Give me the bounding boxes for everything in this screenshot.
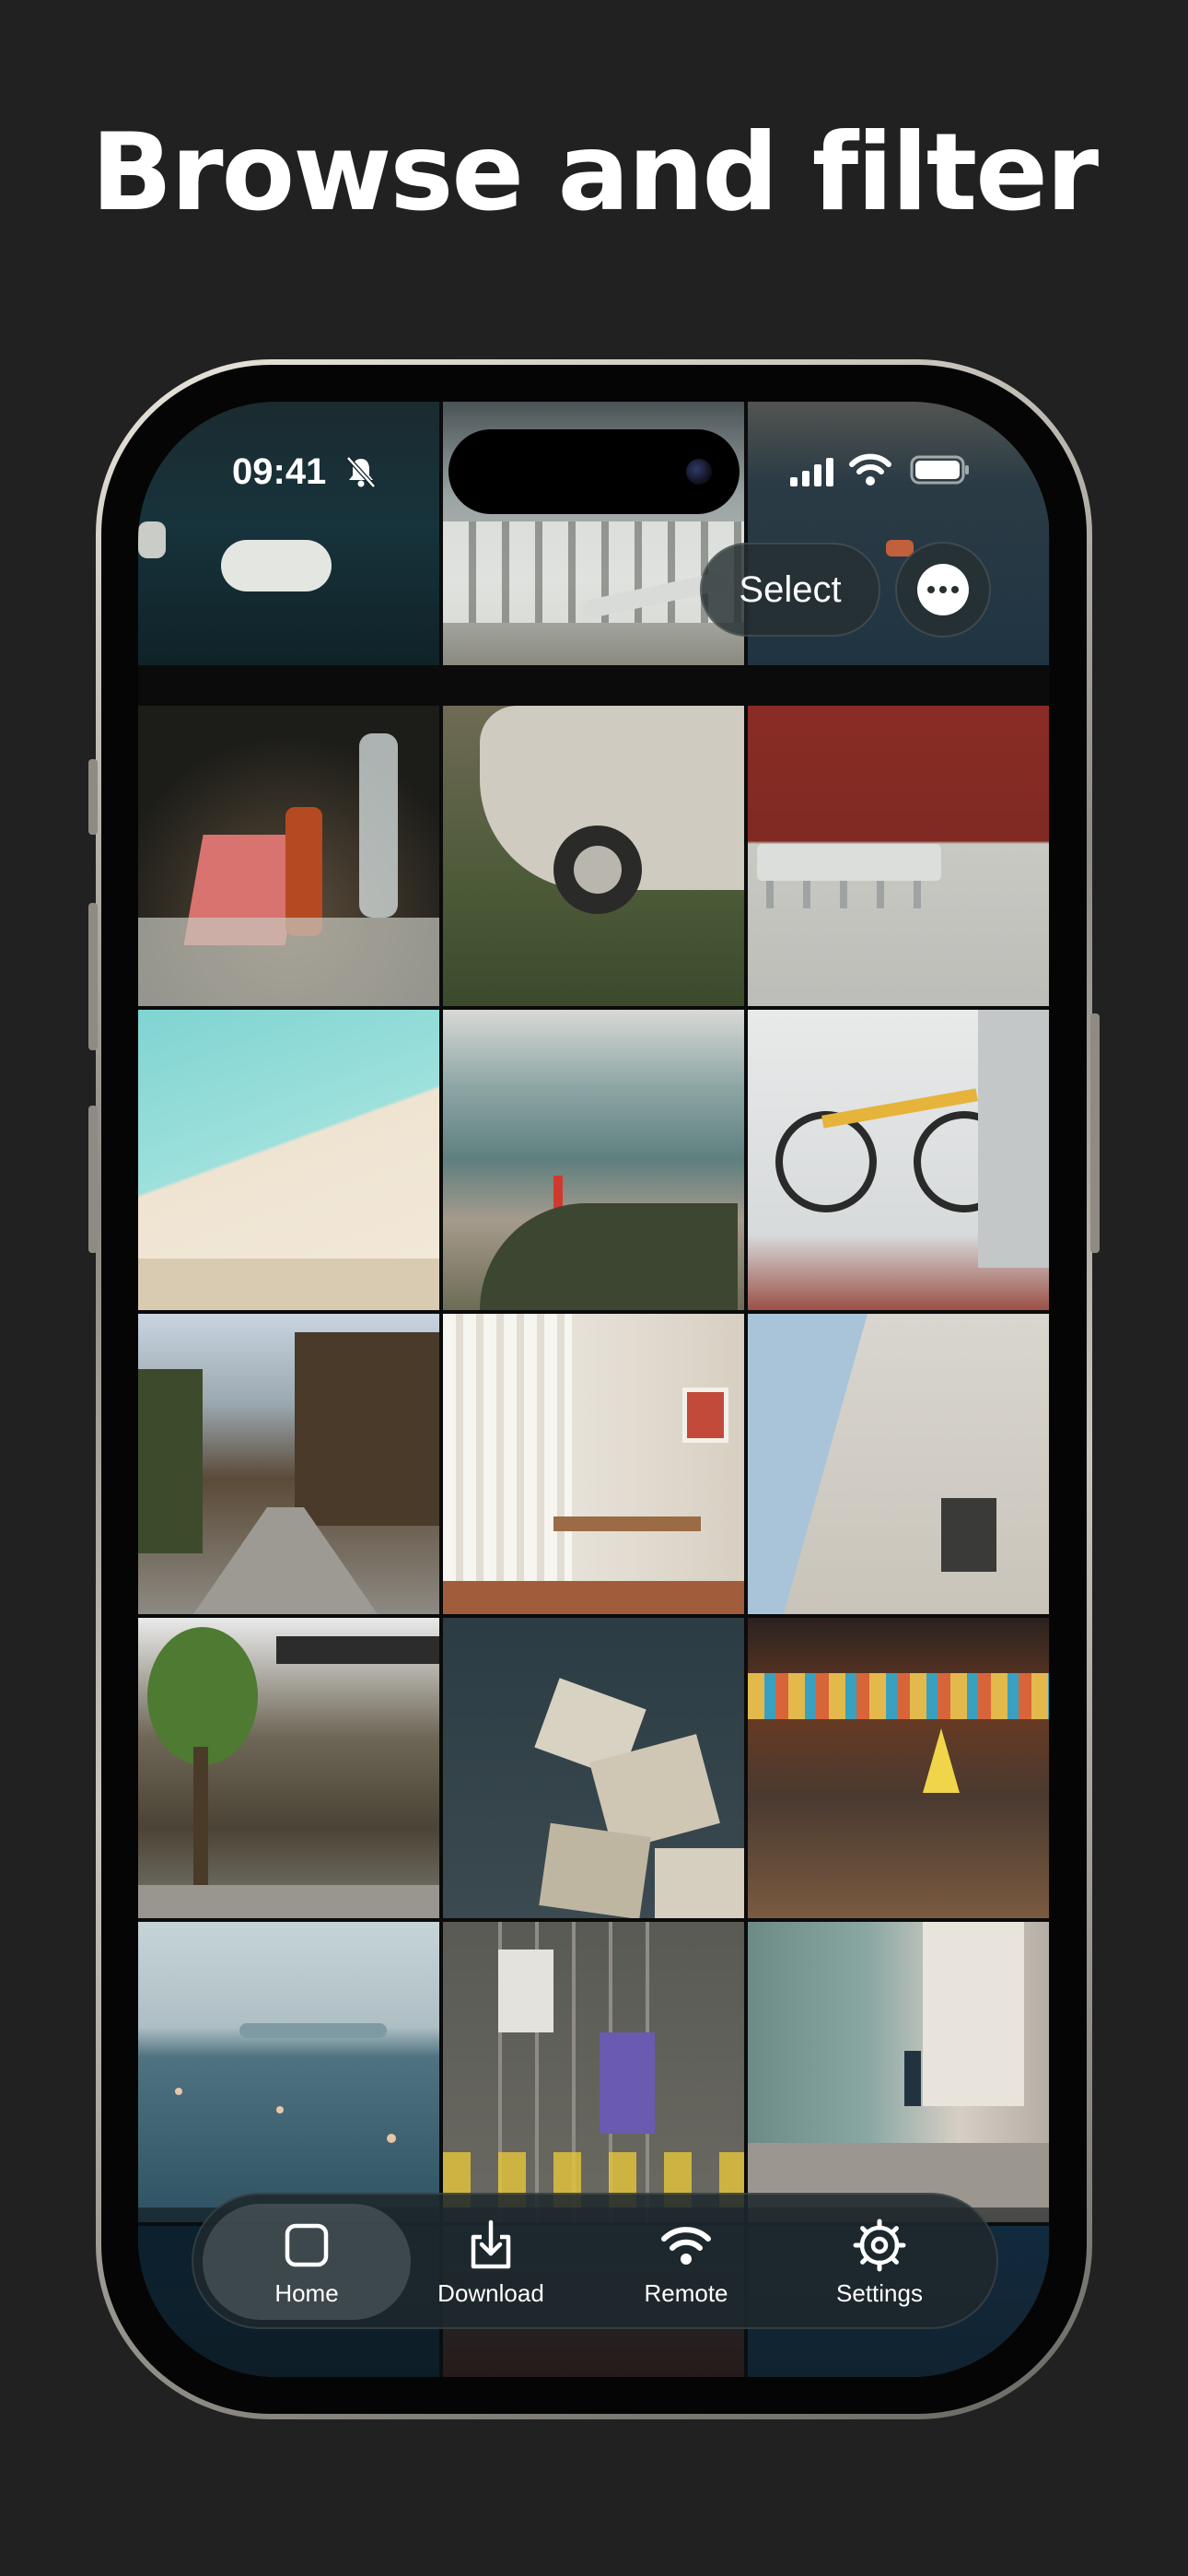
power-button	[1090, 1013, 1100, 1253]
tab-settings[interactable]: Settings	[792, 2195, 967, 2331]
photo-tile[interactable]	[138, 1922, 439, 2222]
photo-tile[interactable]	[443, 1314, 744, 1614]
wifi-status-icon	[849, 453, 891, 486]
page-headline: Browse and filter	[90, 111, 1099, 235]
photo-tile[interactable]	[443, 706, 744, 1006]
photo-tile[interactable]	[138, 706, 439, 1006]
square-icon	[285, 2223, 329, 2266]
photo-tile[interactable]	[443, 1010, 744, 1310]
gear-icon	[853, 2219, 906, 2271]
wifi-icon	[661, 2226, 711, 2265]
photo-tile[interactable]	[748, 706, 1049, 1006]
volume-up-button	[88, 903, 98, 1050]
photo-tile[interactable]	[443, 1618, 744, 1918]
battery-icon	[910, 455, 969, 485]
photo-tile[interactable]	[138, 402, 439, 665]
more-options-button[interactable]	[895, 542, 991, 638]
volume-down-button	[88, 1106, 98, 1253]
tab-home-label: Home	[274, 2278, 339, 2307]
bottom-tab-bar: Home Download Remote Settings	[192, 2193, 998, 2329]
tab-download[interactable]: Download	[403, 2195, 578, 2331]
tab-download-label: Download	[437, 2278, 544, 2307]
status-time: 09:41	[232, 451, 327, 492]
photo-tile[interactable]	[138, 1010, 439, 1310]
photo-tile[interactable]	[748, 1922, 1049, 2222]
dynamic-island	[448, 429, 740, 514]
photo-tile[interactable]	[138, 1314, 439, 1614]
photo-tile[interactable]	[138, 1618, 439, 1918]
cellular-signal-icon	[790, 458, 833, 486]
select-button[interactable]: Select	[700, 543, 880, 637]
ellipsis-icon	[917, 564, 969, 615]
photo-tile[interactable]	[748, 1618, 1049, 1918]
tab-remote-label: Remote	[644, 2278, 728, 2307]
phone-screen: 09:41 Select Home Download Remote Settin…	[138, 402, 1050, 2377]
action-button	[88, 759, 98, 835]
photo-tile[interactable]	[443, 1922, 744, 2222]
photo-grid	[138, 402, 1050, 2377]
download-icon	[471, 2219, 511, 2268]
tab-remote[interactable]: Remote	[599, 2195, 774, 2331]
tab-settings-label: Settings	[836, 2278, 923, 2307]
bell-slash-icon	[346, 456, 376, 488]
tab-home[interactable]: Home	[203, 2195, 411, 2331]
camera-icon	[686, 459, 712, 485]
photo-tile[interactable]	[748, 1010, 1049, 1310]
photo-tile[interactable]	[748, 1314, 1049, 1614]
